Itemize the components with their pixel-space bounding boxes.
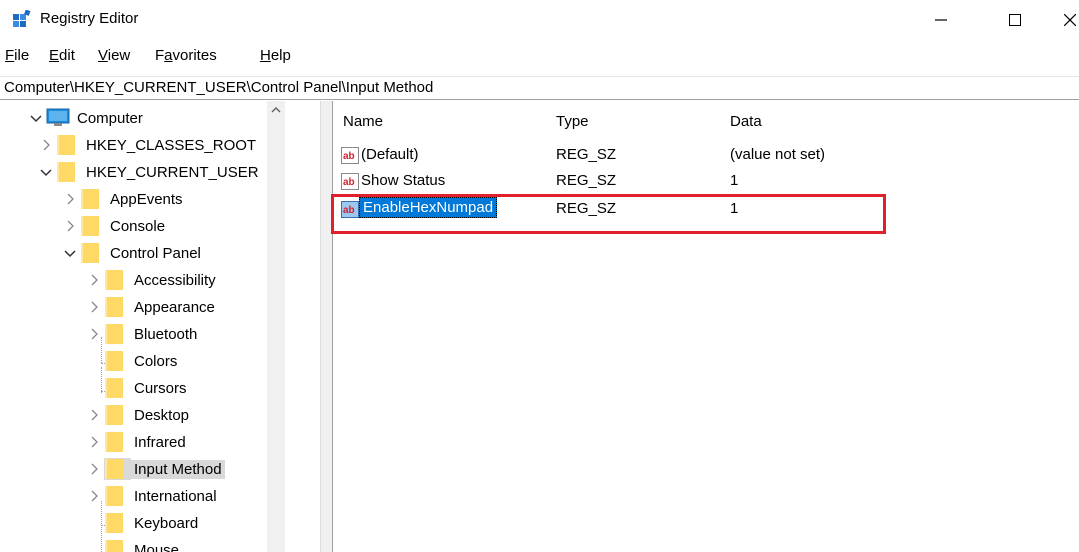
folder-icon xyxy=(80,242,100,264)
chevron-down-icon[interactable] xyxy=(28,110,44,126)
value-type: REG_SZ xyxy=(556,146,617,163)
chevron-right-icon[interactable] xyxy=(86,434,102,450)
address-bar[interactable]: Computer\HKEY_CURRENT_USER\Control Panel… xyxy=(0,76,1079,100)
folder-icon xyxy=(104,377,124,399)
tree-item-bluetooth[interactable]: Bluetooth xyxy=(86,321,200,347)
tree-item-international[interactable]: International xyxy=(86,483,220,509)
column-header-name[interactable]: Name xyxy=(343,113,383,130)
chevron-right-icon[interactable] xyxy=(86,326,102,342)
maximize-button[interactable] xyxy=(992,0,1038,40)
registry-editor-icon xyxy=(13,10,31,27)
chevron-right-icon[interactable] xyxy=(62,191,78,207)
folder-icon xyxy=(80,215,100,237)
value-type: REG_SZ xyxy=(556,172,617,189)
menu-view[interactable]: View xyxy=(98,47,130,64)
tree-gap xyxy=(289,101,320,552)
value-name: (Default) xyxy=(361,146,419,163)
folder-icon xyxy=(104,296,124,318)
highlight-annotation xyxy=(331,194,886,234)
tree-scrollbar[interactable] xyxy=(267,101,285,552)
folder-icon xyxy=(104,323,124,345)
value-data: (value not set) xyxy=(730,146,826,163)
folder-icon xyxy=(104,539,124,552)
value-data: 1 xyxy=(730,172,739,189)
folder-icon xyxy=(56,134,76,156)
tree-item-infrared[interactable]: Infrared xyxy=(86,429,189,455)
menu-file[interactable]: File xyxy=(5,47,29,64)
svg-text:ab: ab xyxy=(343,151,355,162)
tree-item-cursors[interactable]: Cursors xyxy=(86,375,190,401)
maximize-icon xyxy=(1009,14,1021,26)
chevron-right-icon[interactable] xyxy=(86,272,102,288)
folder-icon xyxy=(104,269,124,291)
scroll-up-icon[interactable] xyxy=(267,101,285,119)
close-button[interactable] xyxy=(1056,0,1079,40)
folder-icon xyxy=(56,161,76,183)
chevron-right-icon[interactable] xyxy=(86,488,102,504)
tree-item-input-method[interactable]: Input Method xyxy=(86,456,225,482)
tree-item-console[interactable]: Console xyxy=(62,213,168,239)
computer-icon xyxy=(46,108,70,126)
column-header-data[interactable]: Data xyxy=(730,113,762,130)
tree-item-hkcu[interactable]: HKEY_CURRENT_USER xyxy=(38,159,262,185)
folder-icon xyxy=(104,431,124,453)
string-value-icon: ab xyxy=(341,173,359,190)
tree-item-appevents[interactable]: AppEvents xyxy=(62,186,186,212)
chevron-right-icon[interactable] xyxy=(62,218,78,234)
folder-icon xyxy=(104,404,124,426)
menu-bar: File Edit View Favorites Help xyxy=(0,40,1079,70)
list-item[interactable]: ab Show Status REG_SZ 1 xyxy=(333,169,1079,195)
tree-item-appearance[interactable]: Appearance xyxy=(86,294,218,320)
value-name: Show Status xyxy=(361,172,446,189)
close-icon xyxy=(1064,14,1076,26)
title-bar: Registry Editor xyxy=(0,0,1079,40)
chevron-right-icon[interactable] xyxy=(86,299,102,315)
chevron-down-icon[interactable] xyxy=(38,164,54,180)
minimize-icon xyxy=(935,19,947,21)
folder-icon xyxy=(104,458,131,480)
tree-item-desktop[interactable]: Desktop xyxy=(86,402,192,428)
tree-item-mouse[interactable]: Mouse xyxy=(86,537,182,552)
chevron-down-icon[interactable] xyxy=(62,245,78,261)
tree-item-computer[interactable]: Computer xyxy=(28,105,146,131)
tree-item-accessibility[interactable]: Accessibility xyxy=(86,267,219,293)
tree-item-colors[interactable]: Colors xyxy=(86,348,180,374)
chevron-right-icon[interactable] xyxy=(86,407,102,423)
chevron-right-icon[interactable] xyxy=(38,137,54,153)
menu-help[interactable]: Help xyxy=(260,47,291,64)
svg-text:ab: ab xyxy=(343,177,355,188)
string-value-icon: ab xyxy=(341,147,359,164)
values-list: Name Type Data ab (Default) REG_SZ (valu… xyxy=(333,101,1079,552)
menu-favorites[interactable]: Favorites xyxy=(155,47,217,64)
folder-icon xyxy=(104,350,124,372)
minimize-button[interactable] xyxy=(918,0,964,40)
list-item[interactable]: ab (Default) REG_SZ (value not set) xyxy=(333,143,1079,169)
tree-item-hkcr[interactable]: HKEY_CLASSES_ROOT xyxy=(38,132,259,158)
folder-icon xyxy=(104,485,124,507)
menu-edit[interactable]: Edit xyxy=(49,47,75,64)
folder-icon xyxy=(80,188,100,210)
tree-item-keyboard[interactable]: Keyboard xyxy=(86,510,201,536)
folder-icon xyxy=(104,512,124,534)
address-path[interactable]: Computer\HKEY_CURRENT_USER\Control Panel… xyxy=(4,79,433,96)
chevron-right-icon[interactable] xyxy=(86,461,102,477)
pane-splitter[interactable] xyxy=(320,101,333,552)
window-title: Registry Editor xyxy=(40,10,139,27)
tree-item-control-panel[interactable]: Control Panel xyxy=(62,240,204,266)
column-header-type[interactable]: Type xyxy=(556,113,589,130)
